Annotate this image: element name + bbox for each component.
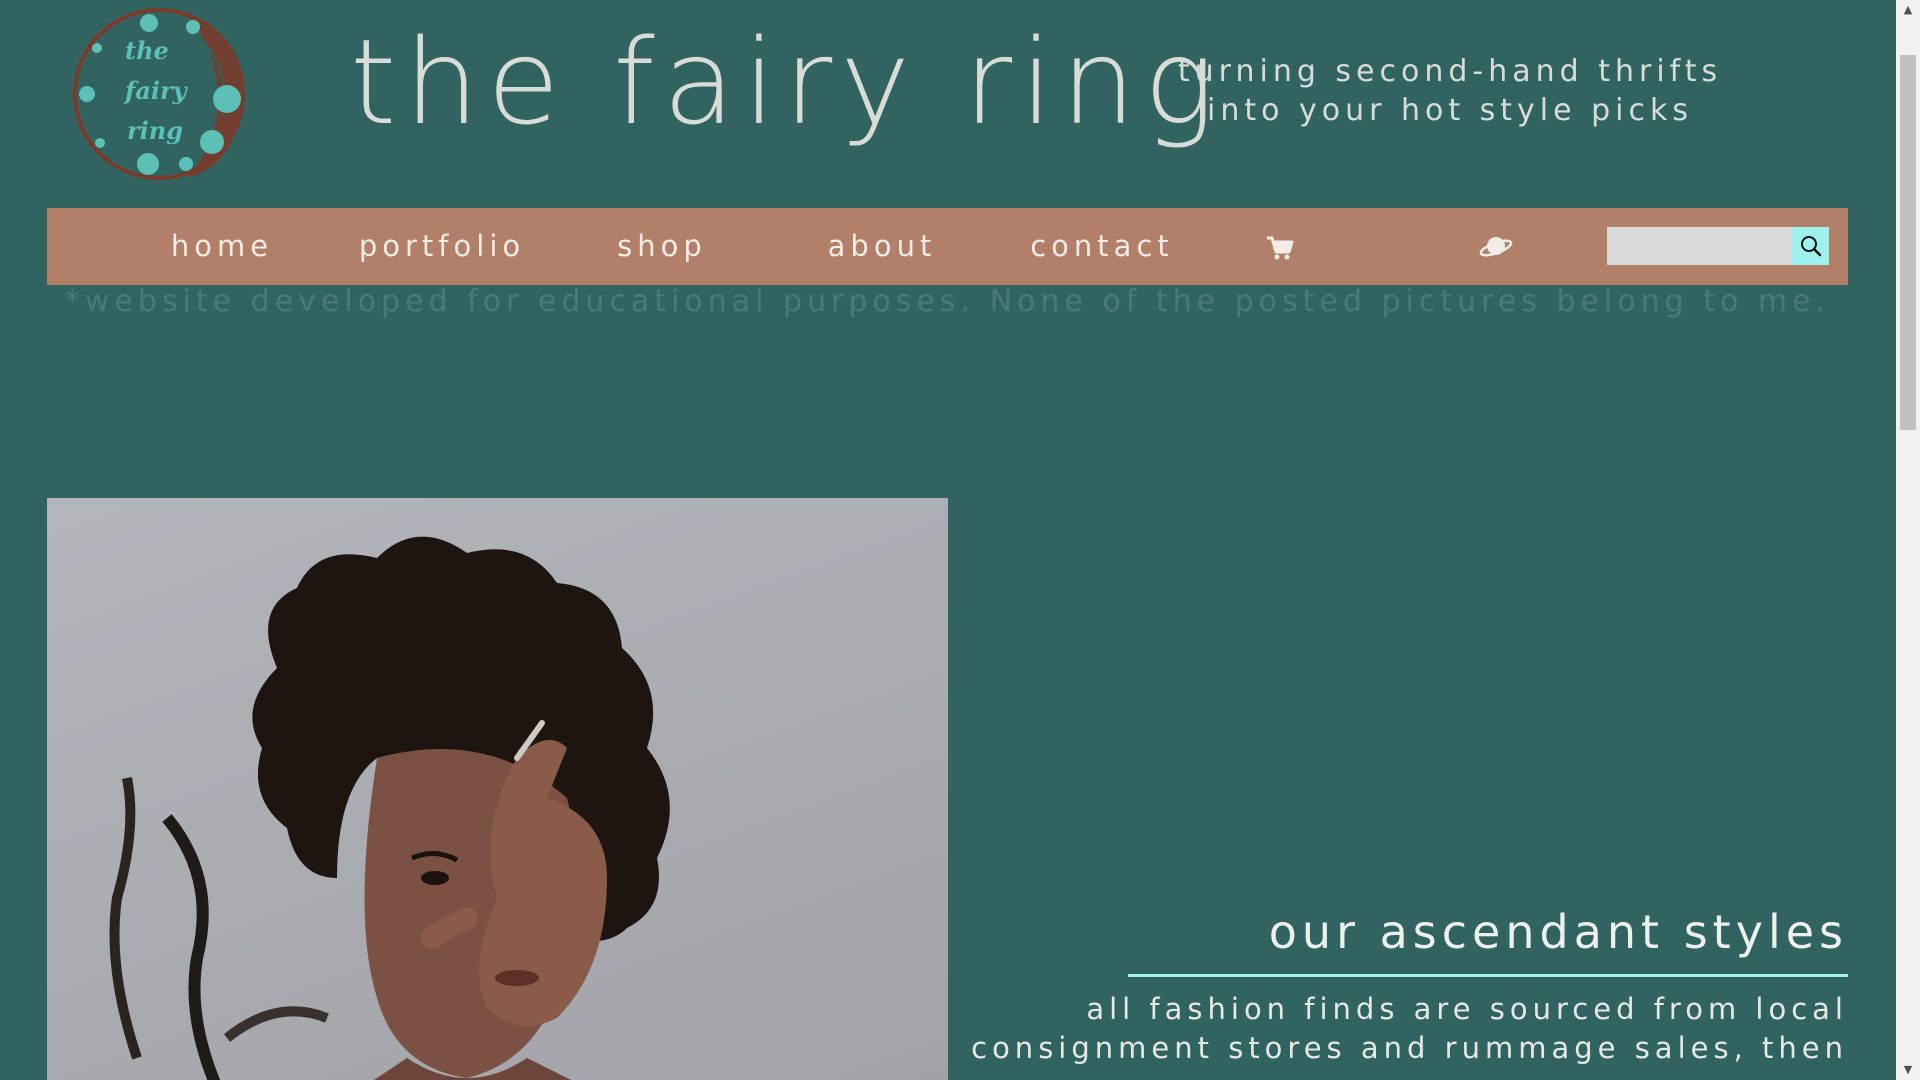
logo-text-fairy: fairy — [125, 76, 187, 105]
scroll-down-arrow-icon[interactable]: ▼ — [1896, 1060, 1920, 1080]
site-title: the fairy ring — [350, 13, 1223, 151]
search-input[interactable] — [1607, 227, 1792, 265]
disclaimer-text: *website developed for educational purpo… — [64, 284, 1831, 319]
scrollbar-thumb[interactable] — [1900, 55, 1916, 430]
logo-text-the: the — [125, 36, 169, 65]
main-nav: home portfolio shop about contact — [47, 208, 1848, 285]
section-divider — [1128, 974, 1848, 977]
tagline: turning second-hand thrifts into your ho… — [1177, 54, 1723, 128]
nav-portfolio[interactable]: portfolio — [327, 208, 557, 285]
vertical-scrollbar[interactable]: ▲ ▼ — [1896, 0, 1920, 1080]
cart-icon[interactable] — [1263, 230, 1297, 264]
section-title: our ascendant styles — [1268, 905, 1848, 959]
scroll-up-arrow-icon[interactable]: ▲ — [1896, 0, 1920, 20]
nav-contact[interactable]: contact — [987, 208, 1217, 285]
section-body-text: all fashion finds are sourced from local… — [971, 992, 1848, 1065]
site-logo[interactable]: the fairy ring — [70, 6, 248, 182]
planet-icon[interactable] — [1479, 230, 1513, 264]
logo-text-ring: ring — [127, 116, 183, 145]
search-icon — [1800, 236, 1821, 257]
nav-home[interactable]: home — [107, 208, 337, 285]
nav-about[interactable]: about — [767, 208, 997, 285]
nav-shop[interactable]: shop — [547, 208, 777, 285]
hero-image — [47, 498, 948, 1080]
search-button[interactable] — [1792, 227, 1829, 265]
page: the fairy ring the fairy ring turning se… — [0, 0, 1896, 1080]
